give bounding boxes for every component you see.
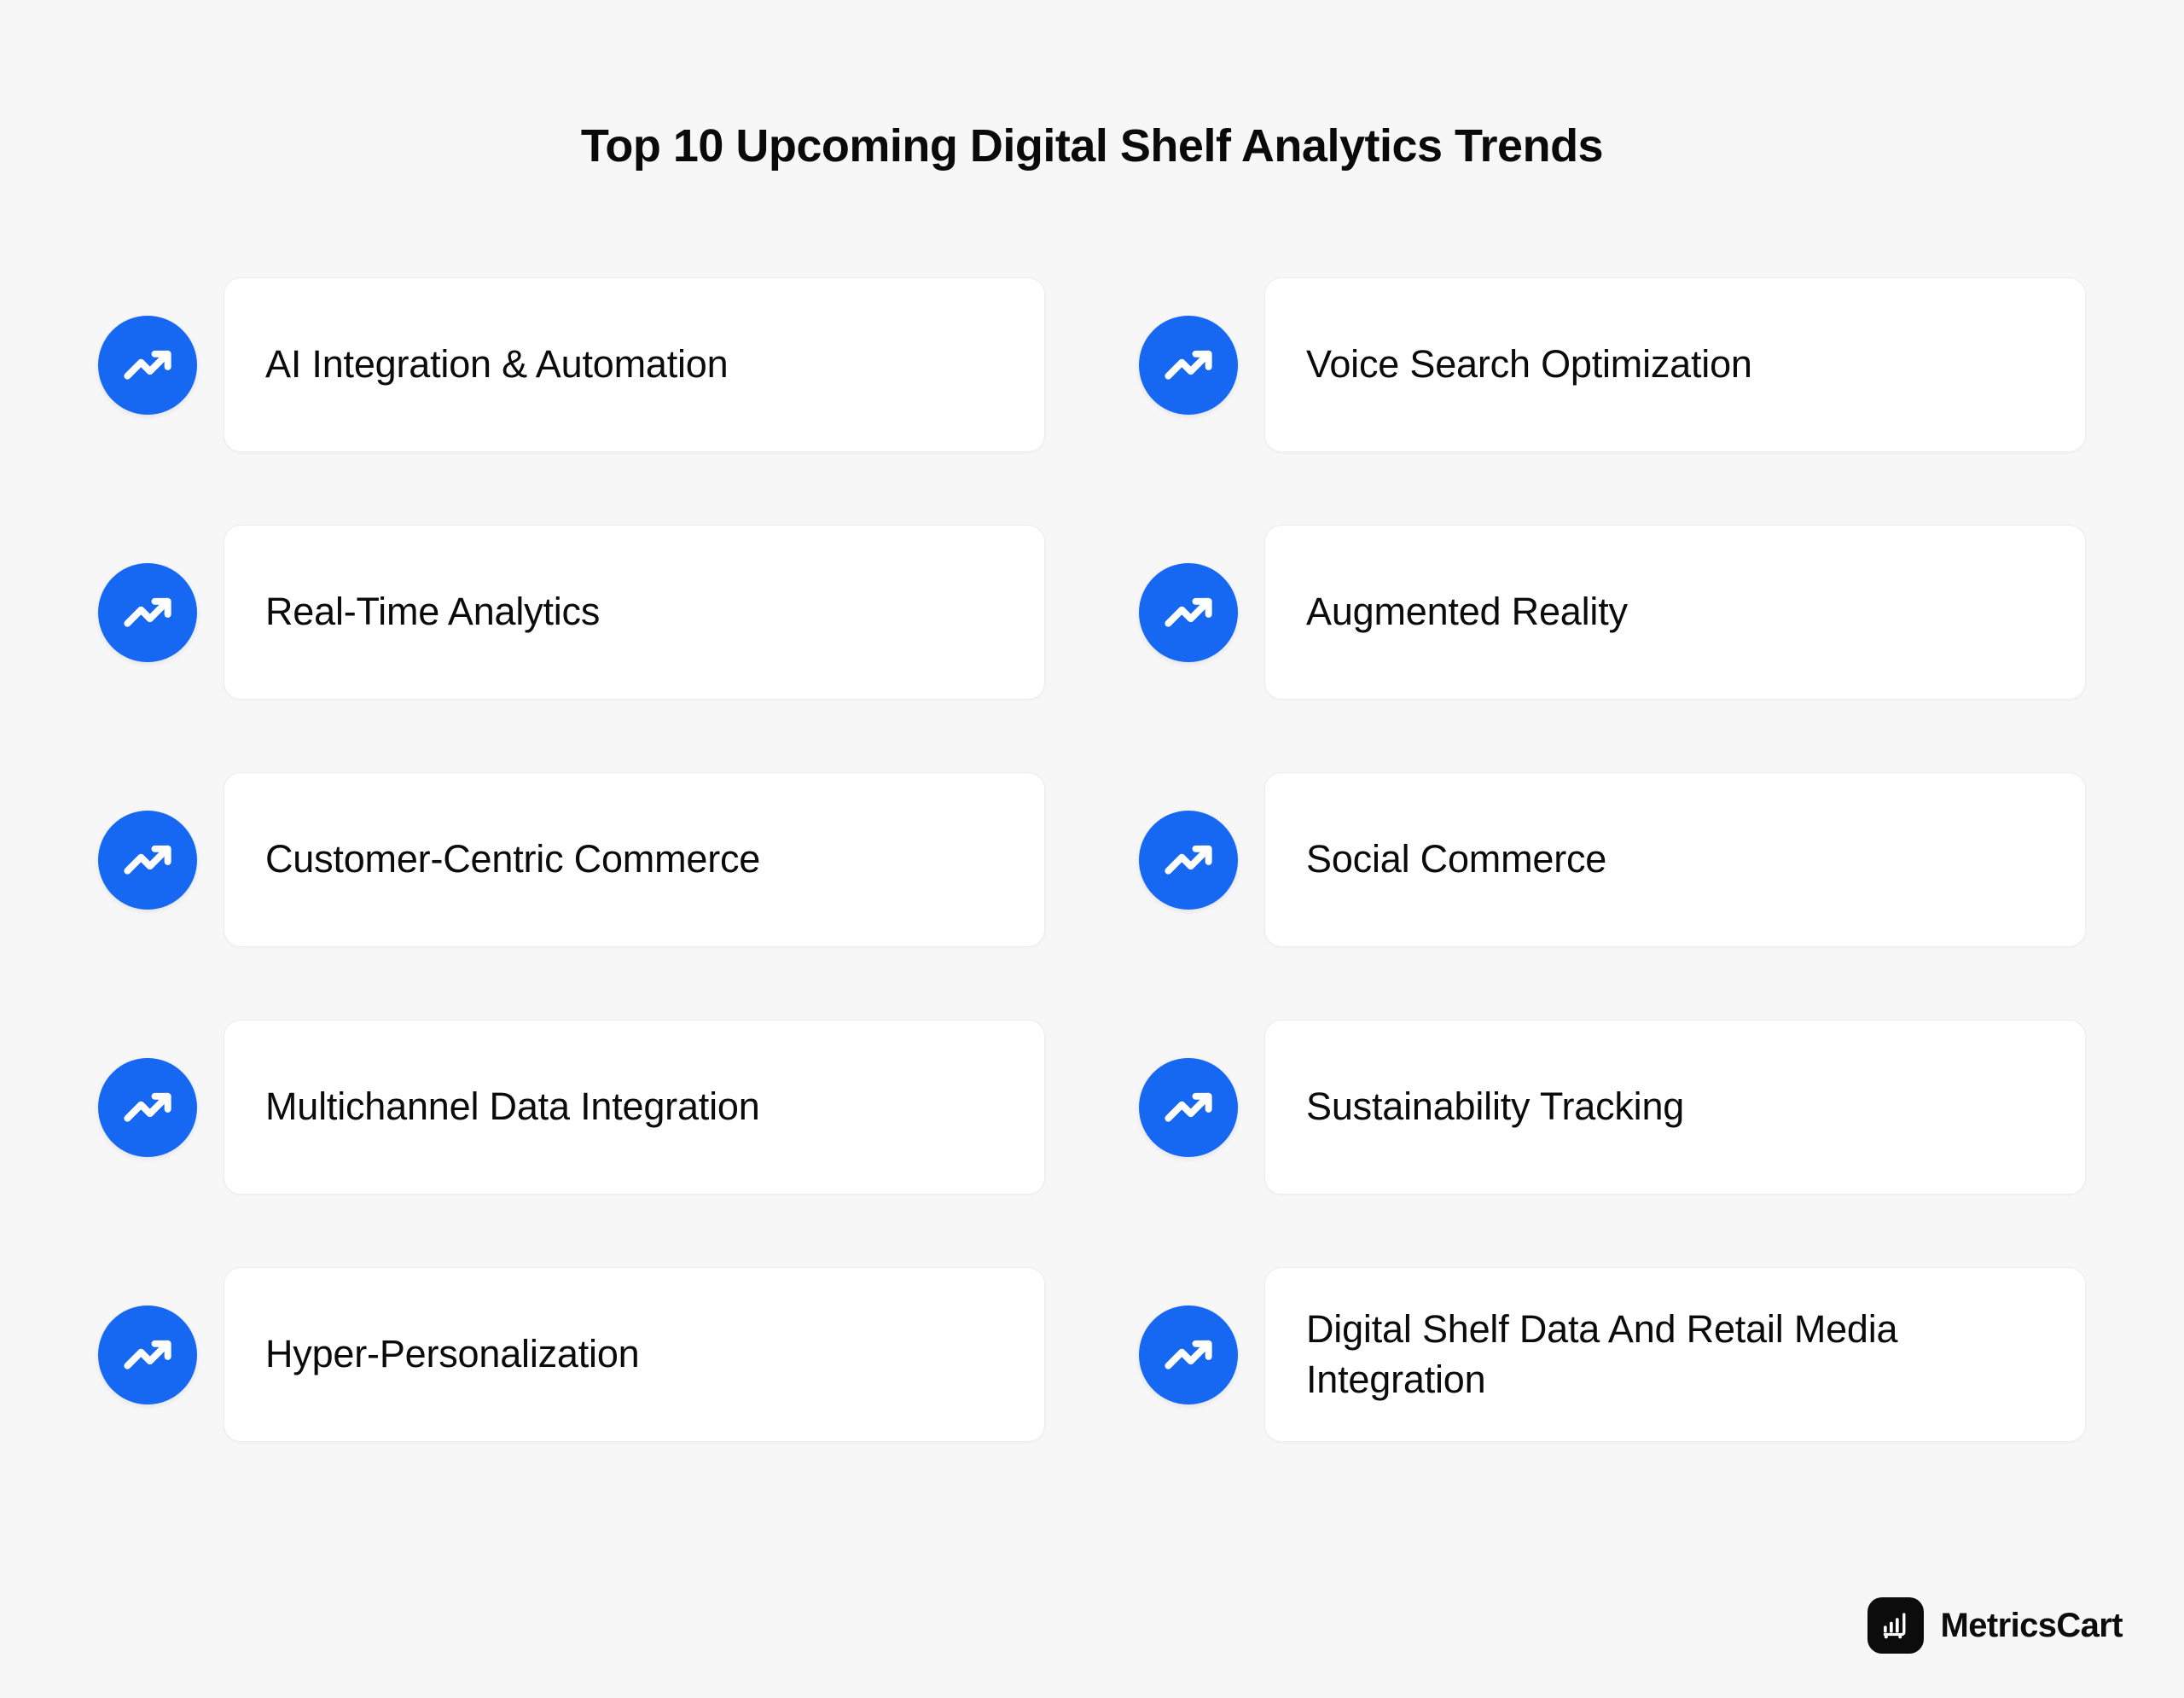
trend-card[interactable]: Hyper-Personalization — [224, 1267, 1045, 1442]
trends-grid: AI Integration & Automation Voice Search… — [98, 277, 2086, 1442]
trend-label: Voice Search Optimization — [1306, 342, 1752, 387]
trend-label: Augmented Reality — [1306, 590, 1628, 634]
trend-card[interactable]: AI Integration & Automation — [224, 277, 1045, 452]
bar-chart-cart-icon — [1867, 1597, 1924, 1654]
trend-item: Real-Time Analytics — [98, 525, 1045, 700]
trending-up-icon — [1139, 315, 1238, 415]
trend-label: Sustainability Tracking — [1306, 1085, 1685, 1129]
brand-logo: MetricsCart — [1867, 1597, 2123, 1654]
infographic-page: Top 10 Upcoming Digital Shelf Analytics … — [0, 0, 2184, 1698]
trend-card[interactable]: Voice Search Optimization — [1264, 277, 2086, 452]
trending-up-icon — [98, 1305, 197, 1404]
trend-card[interactable]: Multichannel Data Integration — [224, 1020, 1045, 1195]
trend-card[interactable]: Real-Time Analytics — [224, 525, 1045, 700]
trending-up-icon — [98, 810, 197, 910]
trend-item: AI Integration & Automation — [98, 277, 1045, 452]
trending-up-icon — [1139, 1305, 1238, 1404]
trend-card[interactable]: Sustainability Tracking — [1264, 1020, 2086, 1195]
trend-label: AI Integration & Automation — [265, 342, 729, 387]
trend-card[interactable]: Customer-Centric Commerce — [224, 772, 1045, 947]
trend-label: Hyper-Personalization — [265, 1332, 640, 1376]
trend-card[interactable]: Augmented Reality — [1264, 525, 2086, 700]
trending-up-icon — [98, 1057, 197, 1157]
trend-label: Digital Shelf Data And Retail Media Inte… — [1306, 1307, 1898, 1401]
trend-item: Hyper-Personalization — [98, 1267, 1045, 1442]
trend-item: Digital Shelf Data And Retail Media Inte… — [1139, 1267, 2086, 1442]
trend-item: Voice Search Optimization — [1139, 277, 2086, 452]
trend-label: Multichannel Data Integration — [265, 1085, 760, 1129]
trending-up-icon — [1139, 562, 1238, 662]
trend-card[interactable]: Digital Shelf Data And Retail Media Inte… — [1264, 1267, 2086, 1442]
trend-label: Real-Time Analytics — [265, 590, 601, 634]
brand-name: MetricsCart — [1940, 1606, 2123, 1644]
trending-up-icon — [1139, 1057, 1238, 1157]
trend-label: Social Commerce — [1306, 837, 1607, 881]
trend-label: Customer-Centric Commerce — [265, 837, 761, 881]
trending-up-icon — [1139, 810, 1238, 910]
trend-item: Sustainability Tracking — [1139, 1020, 2086, 1195]
trend-item: Multichannel Data Integration — [98, 1020, 1045, 1195]
page-title: Top 10 Upcoming Digital Shelf Analytics … — [580, 120, 1604, 172]
trend-item: Customer-Centric Commerce — [98, 772, 1045, 947]
trending-up-icon — [98, 315, 197, 415]
trend-item: Augmented Reality — [1139, 525, 2086, 700]
trend-card[interactable]: Social Commerce — [1264, 772, 2086, 947]
trend-item: Social Commerce — [1139, 772, 2086, 947]
trending-up-icon — [98, 562, 197, 662]
